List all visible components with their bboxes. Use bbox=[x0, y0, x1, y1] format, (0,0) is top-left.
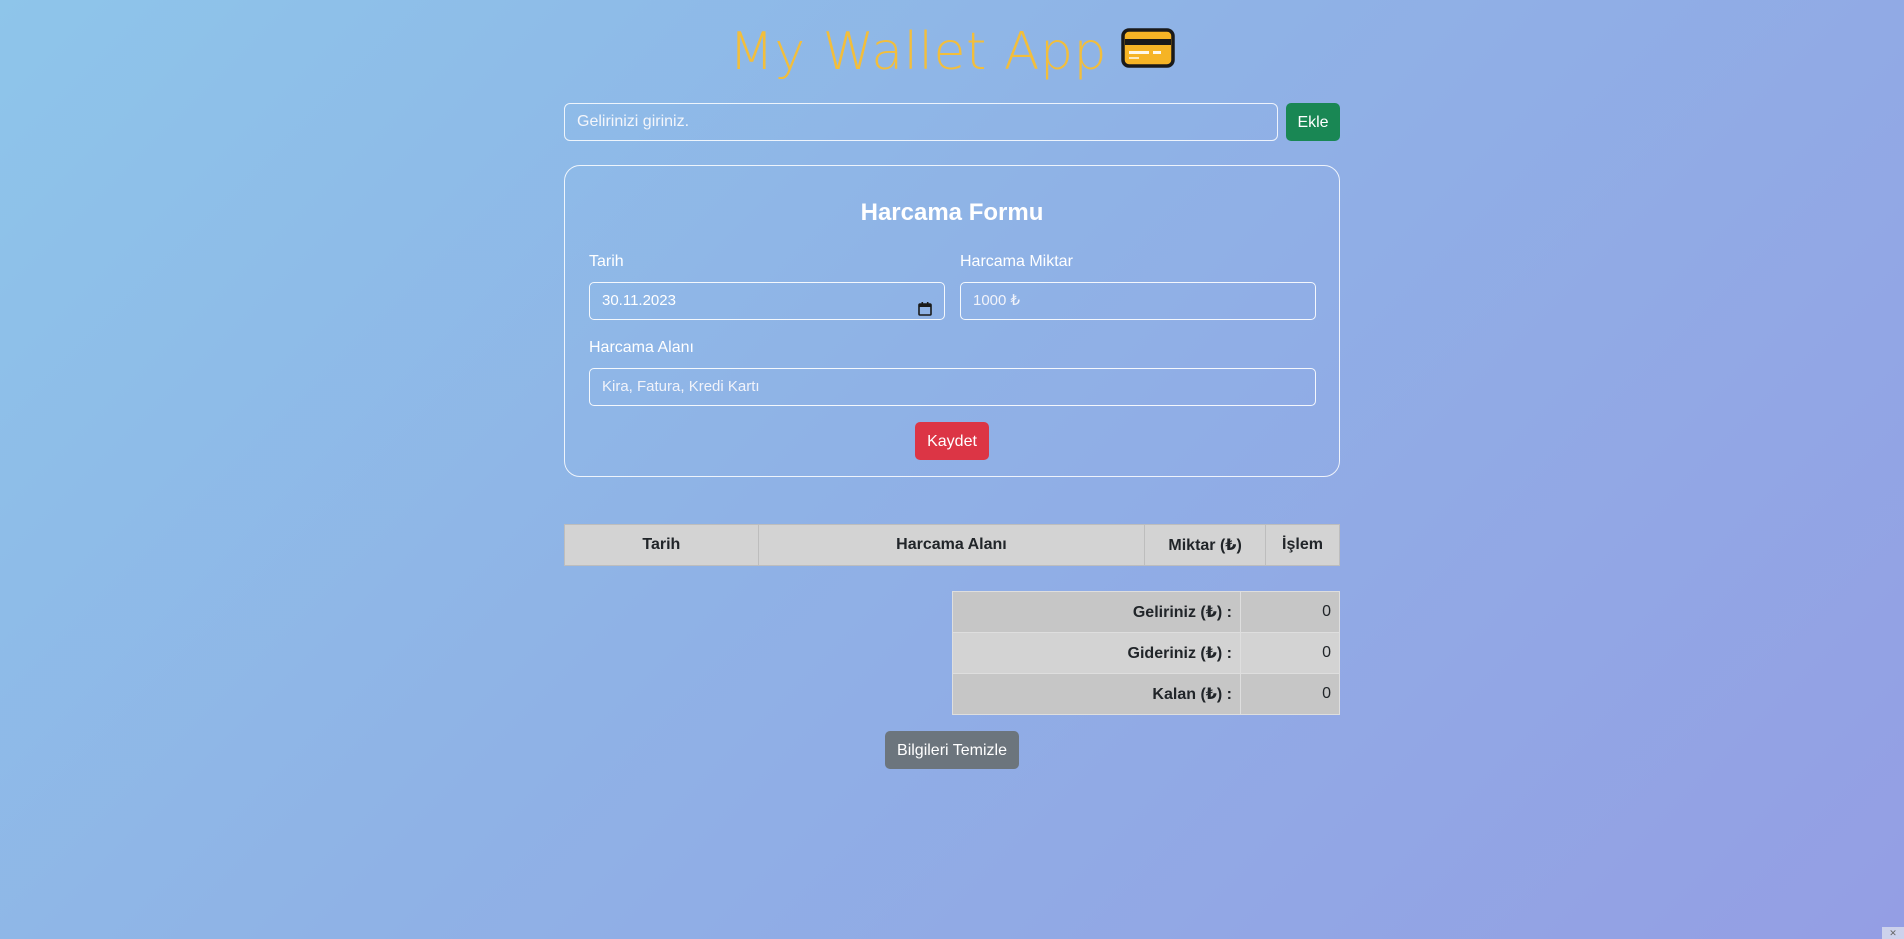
income-total-label: Geliriniz (₺) : bbox=[952, 591, 1241, 633]
amount-input[interactable]: 1000 ₺ bbox=[960, 282, 1316, 320]
date-label: Tarih bbox=[589, 253, 624, 270]
summary-row-income: Geliriniz (₺) : 0 bbox=[952, 591, 1340, 633]
calendar-icon[interactable] bbox=[918, 294, 932, 330]
expense-total-label: Gideriniz (₺) : bbox=[952, 632, 1241, 674]
add-income-button[interactable]: Ekle bbox=[1286, 103, 1340, 141]
date-input[interactable]: 30.11.2023 bbox=[589, 282, 945, 320]
area-placeholder: Kira, Fatura, Kredi Kartı bbox=[602, 378, 760, 395]
summary-row-expense: Gideriniz (₺) : 0 bbox=[952, 632, 1340, 674]
income-input[interactable] bbox=[564, 103, 1278, 141]
amount-placeholder: 1000 ₺ bbox=[973, 292, 1021, 309]
area-label: Harcama Alanı bbox=[589, 339, 694, 356]
column-header-area: Harcama Alanı bbox=[757, 524, 1146, 566]
date-value: 30.11.2023 bbox=[602, 292, 676, 309]
clear-data-button[interactable]: Bilgileri Temizle bbox=[885, 731, 1019, 769]
credit-card-icon bbox=[1121, 19, 1175, 83]
app-title: My Wallet App bbox=[564, 20, 1340, 84]
expense-total-value: 0 bbox=[1240, 632, 1340, 674]
save-button[interactable]: Kaydet bbox=[915, 422, 989, 460]
summary-row-balance: Kalan (₺) : 0 bbox=[952, 673, 1340, 715]
app-title-text: My Wallet App bbox=[728, 22, 1107, 82]
income-total-value: 0 bbox=[1240, 591, 1340, 633]
balance-value: 0 bbox=[1240, 673, 1340, 715]
expense-table: Tarih Harcama Alanı Miktar (₺) İşlem bbox=[564, 524, 1340, 566]
amount-label: Harcama Miktar bbox=[960, 253, 1073, 270]
area-input[interactable]: Kira, Fatura, Kredi Kartı bbox=[589, 368, 1316, 406]
expense-form-card: Harcama Formu Tarih 30.11.2023 Harcama M… bbox=[564, 165, 1340, 477]
column-header-action: İşlem bbox=[1265, 524, 1340, 566]
expense-table-header-row: Tarih Harcama Alanı Miktar (₺) İşlem bbox=[564, 524, 1340, 566]
expense-form-title: Harcama Formu bbox=[860, 199, 1044, 226]
column-header-date: Tarih bbox=[564, 524, 759, 566]
column-header-amount: Miktar (₺) bbox=[1144, 524, 1267, 566]
corner-close-icon[interactable]: ✕ bbox=[1882, 927, 1904, 939]
summary-table: Geliriniz (₺) : 0 Gideriniz (₺) : 0 Kala… bbox=[952, 591, 1340, 715]
balance-label: Kalan (₺) : bbox=[952, 673, 1241, 715]
income-row: Ekle bbox=[564, 103, 1340, 141]
